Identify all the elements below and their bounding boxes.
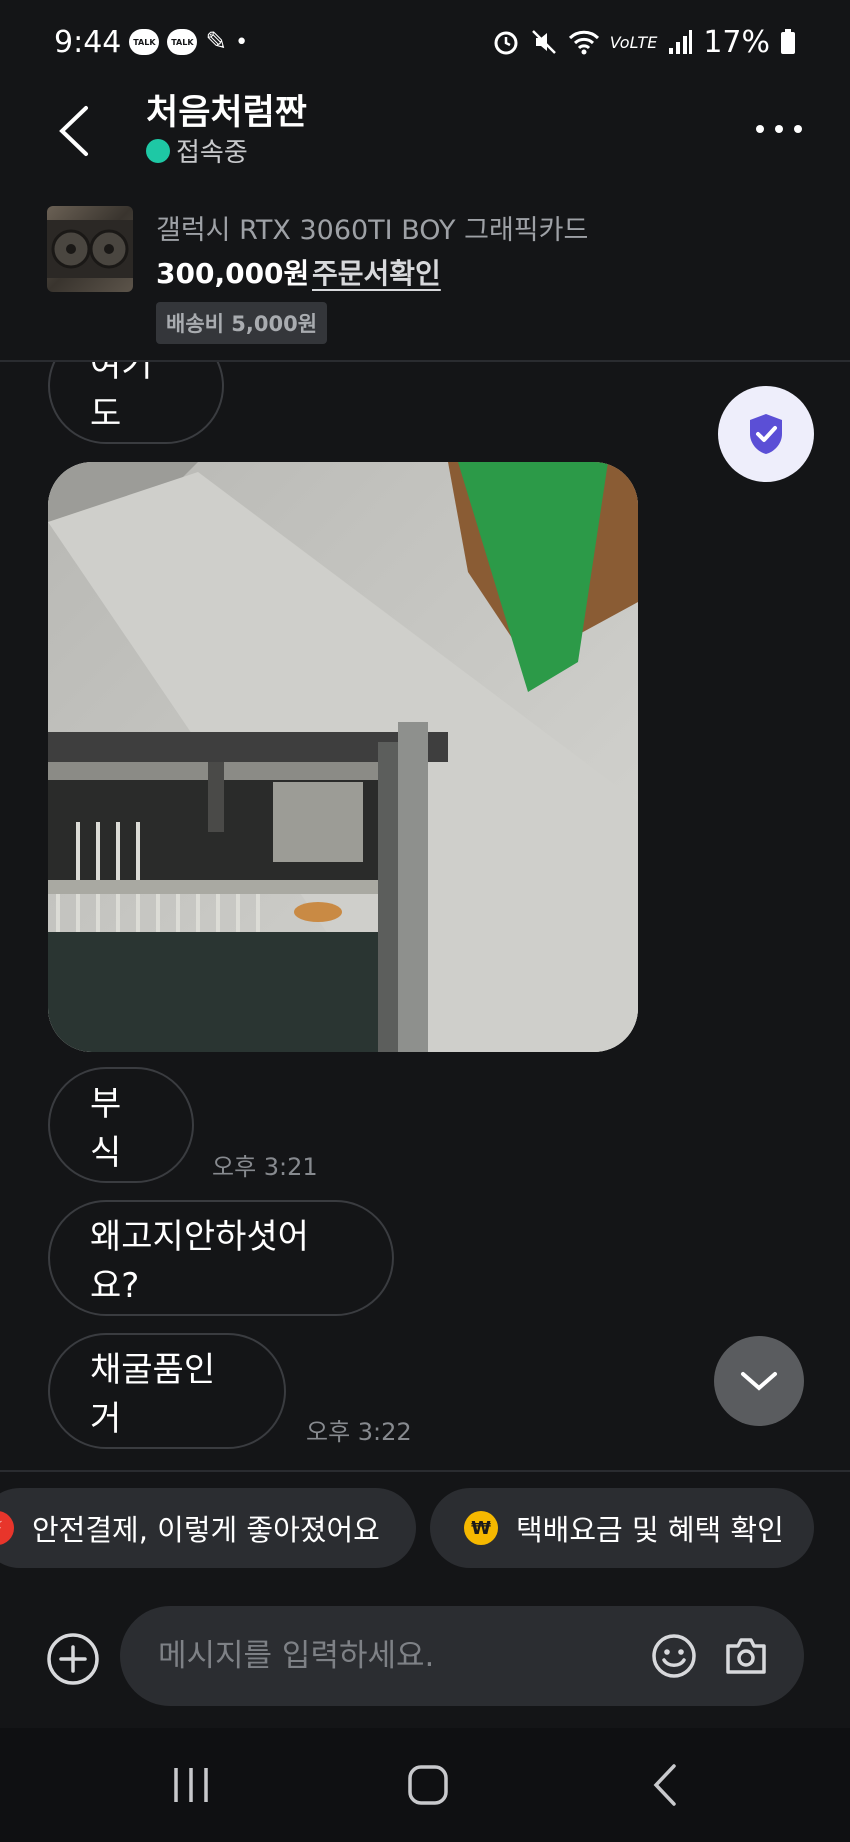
message-timestamp: 오후 3:22 [306, 1418, 412, 1446]
online-status: 접속중 [146, 132, 248, 169]
product-thumbnail[interactable] [47, 206, 133, 292]
safe-payment-button[interactable] [718, 386, 814, 482]
message-bubble: 여기도 [48, 362, 224, 444]
product-card[interactable]: 갤럭시 RTX 3060TI BOY 그래픽카드 300,000원 주문서확인 … [0, 184, 850, 362]
won-icon: ₩ [464, 1511, 498, 1545]
system-back-icon[interactable] [642, 1760, 692, 1810]
shipping-fee-badge: 배송비 5,000원 [156, 302, 328, 344]
order-confirm-link[interactable]: 주문서확인 [312, 252, 441, 292]
alarm-icon [494, 31, 518, 55]
more-options-icon[interactable] [754, 114, 804, 144]
scroll-to-bottom-button[interactable] [714, 1336, 804, 1426]
quick-action-chips: ⚡ 안전결제, 이렇게 좋아졌어요 ₩ 택배요금 및 혜택 확인 [0, 1470, 850, 1576]
volte-icon: VoLTE [609, 32, 658, 52]
online-status-label: 접속중 [176, 138, 248, 168]
message-input[interactable] [158, 1606, 618, 1706]
camera-icon[interactable] [722, 1632, 770, 1680]
message-list[interactable]: 여기도 부식 오후 3:21 왜고지안하셧어요? 채굴품인거 오후 3:22 [0, 362, 850, 1470]
home-icon[interactable] [403, 1760, 453, 1810]
talk-notification-icon: TALK [167, 29, 198, 55]
message-bubble: 채굴품인거 [48, 1333, 286, 1449]
battery-icon [781, 29, 795, 54]
message-bubble: 왜고지안하셧어요? [48, 1200, 394, 1316]
product-name: 갤럭시 RTX 3060TI BOY 그래픽카드 [156, 215, 589, 246]
chevron-down-icon [741, 1372, 777, 1391]
signal-icon [669, 30, 693, 54]
message-bubble: 부식 [48, 1067, 194, 1183]
shipping-fee-chip[interactable]: ₩ 택배요금 및 혜택 확인 [430, 1488, 814, 1568]
add-attachment-icon[interactable] [46, 1632, 100, 1686]
feather-notification-icon: ✎ [205, 27, 228, 57]
battery-percent: 17% [703, 24, 770, 60]
talk-notification-icon: TALK [129, 29, 160, 55]
wifi-icon [568, 30, 599, 55]
more-notifications-dot: • [235, 29, 249, 55]
online-indicator-icon [146, 138, 170, 163]
shield-check-icon [750, 414, 782, 454]
lightning-icon: ⚡ [0, 1511, 14, 1545]
status-bar: 9:44 TALK TALK ✎ • VoLTE 17% [0, 0, 850, 84]
emoji-icon[interactable] [650, 1632, 698, 1680]
product-price: 300,000원 [156, 257, 310, 290]
system-navigation-bar [0, 1728, 850, 1842]
message-timestamp: 오후 3:21 [212, 1153, 318, 1181]
chat-partner-name: 처음처럼짠 [146, 93, 308, 133]
recent-apps-icon[interactable] [166, 1760, 216, 1810]
mute-icon [531, 30, 556, 54]
back-arrow-icon[interactable] [52, 96, 96, 166]
chat-header: 처음처럼짠 접속중 [0, 84, 850, 184]
safe-payment-chip[interactable]: ⚡ 안전결제, 이렇게 좋아졌어요 [0, 1488, 416, 1568]
message-photo[interactable] [48, 462, 638, 1052]
status-time: 9:44 [54, 24, 122, 60]
message-composer [0, 1576, 850, 1728]
message-input-container [120, 1606, 804, 1706]
